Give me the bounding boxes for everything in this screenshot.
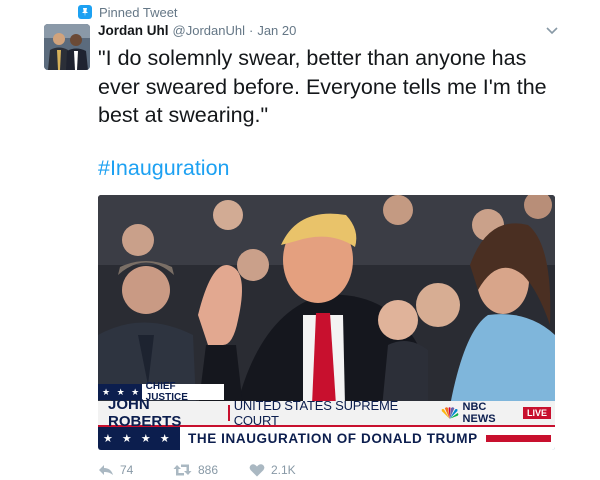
pinned-tweet-indicator: Pinned Tweet xyxy=(78,3,178,21)
chyron-court: UNITED STATES SUPREME COURT xyxy=(233,398,399,428)
chyron-red-line xyxy=(485,435,551,442)
nbc-news-logo: NBC NEWS LIVE xyxy=(440,401,555,425)
chyron-event-bar: ★ ★ ★ ★ THE INAUGURATION OF DONALD TRUMP xyxy=(98,427,555,450)
chyron-event-title: THE INAUGURATION OF DONALD TRUMP xyxy=(180,431,478,446)
reply-count: 74 xyxy=(120,463,134,477)
pinned-label: Pinned Tweet xyxy=(99,4,178,20)
chyron-name-bar: JOHN ROBERTS UNITED STATES SUPREME COURT… xyxy=(98,396,555,430)
reply-icon xyxy=(99,465,113,475)
chyron-name: JOHN ROBERTS xyxy=(108,396,182,430)
header-separator: · xyxy=(248,23,254,38)
heart-icon xyxy=(249,464,265,477)
author-name[interactable]: Jordan Uhl xyxy=(98,23,169,38)
hashtag-link[interactable]: #Inauguration xyxy=(98,156,230,181)
tweet-header: Jordan Uhl @JordanUhl · Jan 20 xyxy=(98,23,296,41)
chyron-divider xyxy=(227,405,230,421)
author-handle[interactable]: @JordanUhl xyxy=(173,23,245,38)
retweet-icon xyxy=(173,464,192,476)
tweet-date[interactable]: Jan 20 xyxy=(257,23,296,38)
network-name: NBC NEWS xyxy=(462,401,496,425)
retweet-count: 886 xyxy=(198,463,219,477)
retweet-button[interactable]: 886 xyxy=(173,463,249,477)
live-badge: LIVE xyxy=(522,407,551,419)
like-button[interactable]: 2.1K xyxy=(249,463,296,477)
chevron-down-icon[interactable] xyxy=(544,22,560,38)
avatar[interactable] xyxy=(44,24,90,70)
chyron-event-name: DONALD TRUMP xyxy=(361,431,478,446)
tweet-actions: 74 886 2.1K xyxy=(98,463,296,477)
chyron-event-prefix: THE INAUGURATION OF xyxy=(188,431,361,446)
star-icons-large: ★ ★ ★ ★ xyxy=(98,427,180,450)
pin-icon xyxy=(78,5,92,19)
news-chyron: ★ ★ ★ CHIEF JUSTICE JOHN ROBERTS UNITED … xyxy=(98,381,555,450)
tweet-text: "I do solemnly swear, better than anyone… xyxy=(98,46,547,127)
like-count: 2.1K xyxy=(271,463,296,477)
peacock-icon xyxy=(442,406,459,419)
reply-button[interactable]: 74 xyxy=(98,463,173,477)
tweet-media[interactable]: ★ ★ ★ CHIEF JUSTICE JOHN ROBERTS UNITED … xyxy=(98,195,555,450)
